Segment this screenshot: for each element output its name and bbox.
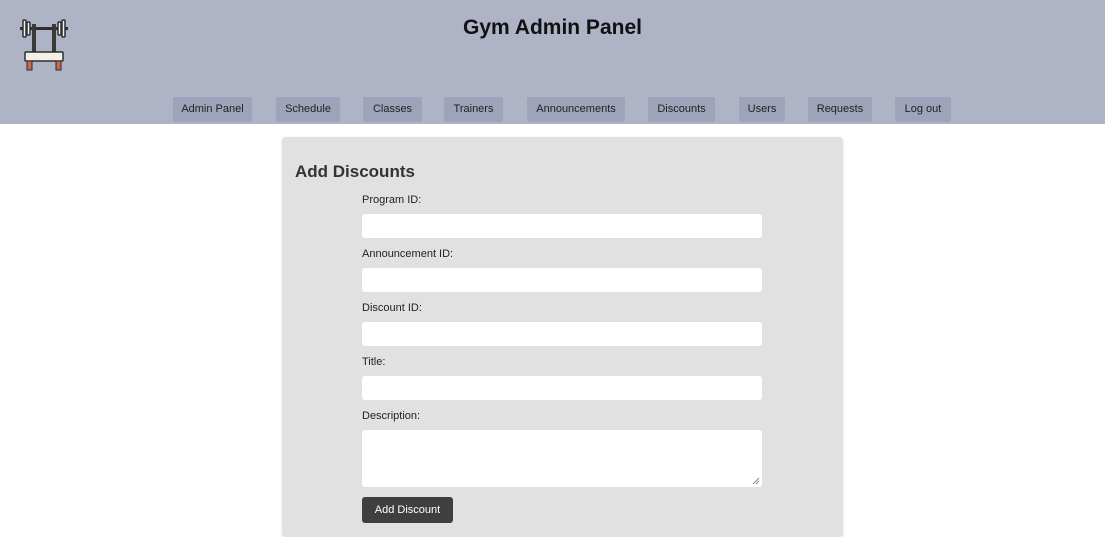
discount-id-label: Discount ID: <box>362 302 422 314</box>
announcement-id-label: Announcement ID: <box>362 248 454 260</box>
nav-discounts[interactable]: Discounts <box>648 97 715 122</box>
add-discount-form: Add Discounts Program ID: Announcement I… <box>282 137 843 537</box>
program-id-input[interactable] <box>362 214 762 238</box>
discount-id-input[interactable] <box>362 322 762 346</box>
add-discount-button[interactable]: Add Discount <box>362 497 453 523</box>
nav-requests[interactable]: Requests <box>808 97 872 122</box>
description-label: Description: <box>362 410 421 422</box>
site-header: Gym Admin Panel Admin Panel Schedule Cla… <box>0 0 1105 124</box>
form-title: Add Discounts <box>295 162 415 181</box>
nav-trainers[interactable]: Trainers <box>444 97 503 122</box>
title-input[interactable] <box>362 376 762 400</box>
resize-grip-icon[interactable] <box>752 477 760 485</box>
nav-users[interactable]: Users <box>739 97 785 122</box>
page-title: Gym Admin Panel <box>463 16 642 39</box>
main-nav: Admin Panel Schedule Classes Trainers An… <box>0 97 1105 123</box>
nav-announcements[interactable]: Announcements <box>527 97 625 122</box>
description-textarea[interactable] <box>362 430 762 487</box>
nav-schedule[interactable]: Schedule <box>276 97 340 122</box>
title-label: Title: <box>362 356 386 368</box>
announcement-id-input[interactable] <box>362 268 762 292</box>
nav-classes[interactable]: Classes <box>363 97 422 122</box>
nav-logout[interactable]: Log out <box>895 97 951 122</box>
program-id-label: Program ID: <box>362 194 422 206</box>
nav-admin-panel[interactable]: Admin Panel <box>173 97 252 122</box>
